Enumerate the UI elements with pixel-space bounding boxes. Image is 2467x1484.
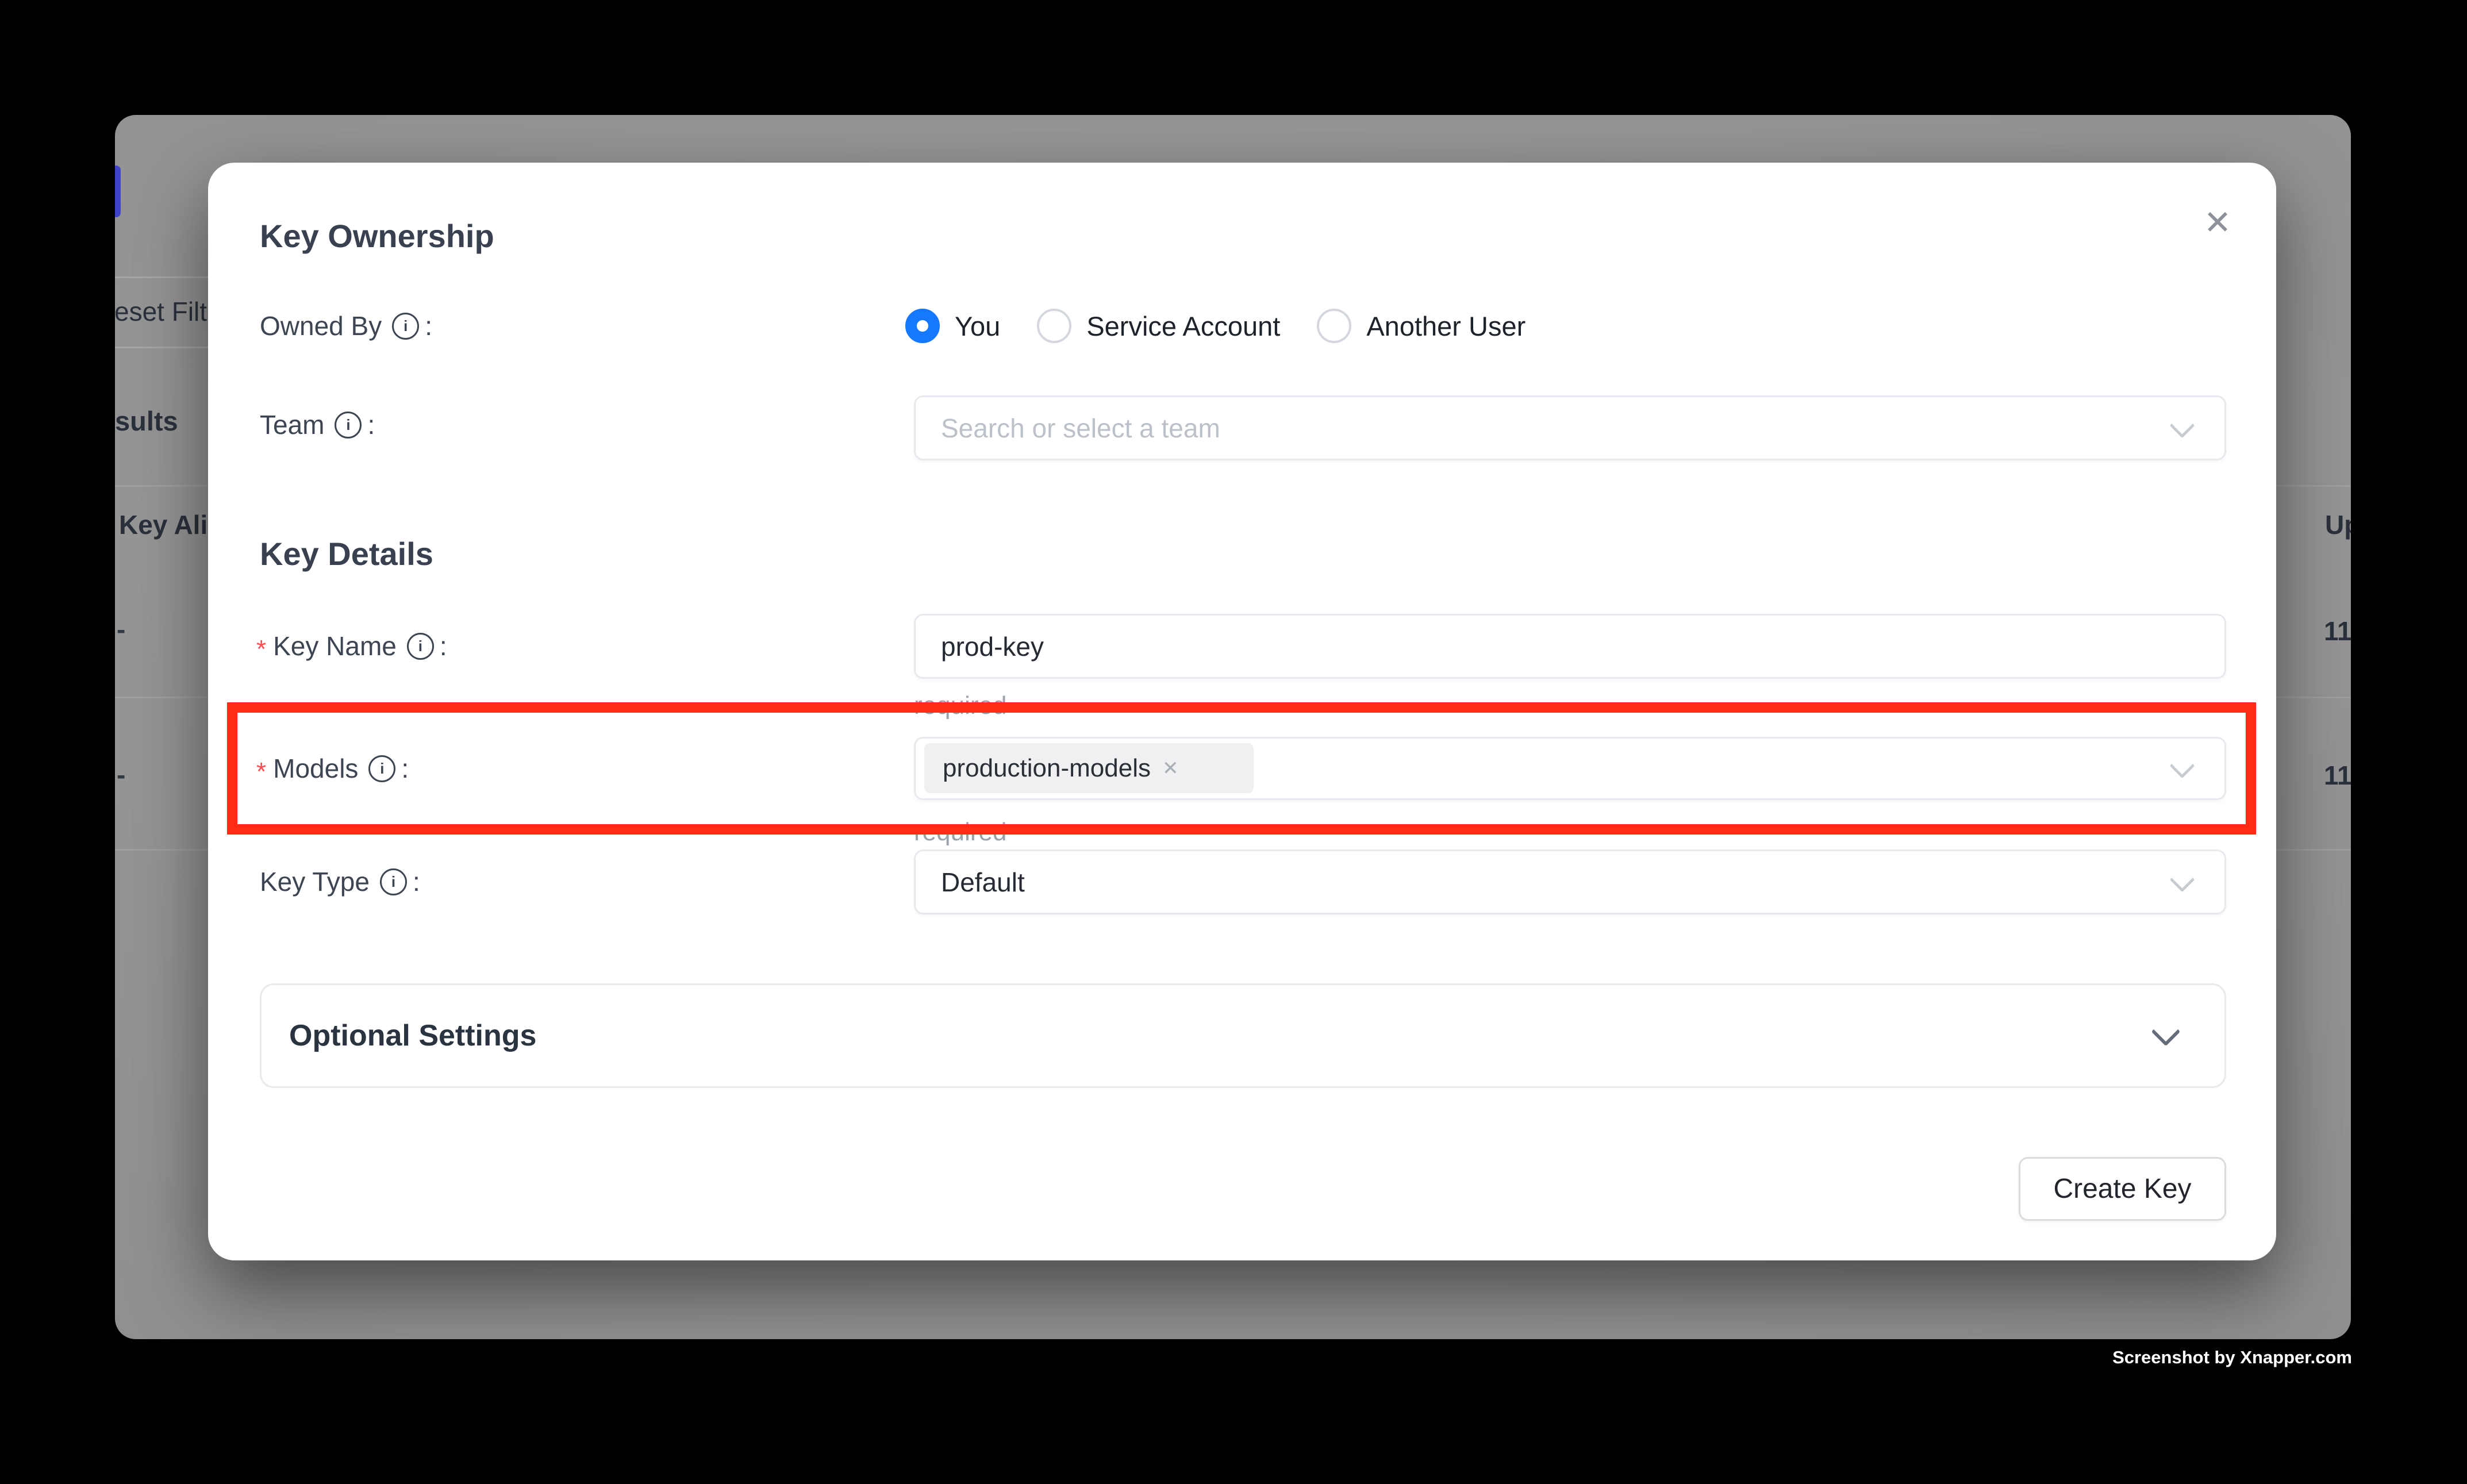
radio-unselected-icon[interactable] (1037, 309, 1071, 343)
chevron-down-icon (2170, 867, 2195, 892)
results-count-fragment: sults (115, 405, 178, 437)
key-type-value: Default (941, 867, 1025, 898)
key-name-label: * Key Name i : (256, 630, 447, 662)
models-select[interactable]: production-models ✕ (914, 737, 2226, 800)
reset-filters-label: eset Filt (115, 295, 207, 326)
chevron-down-icon (2170, 413, 2195, 438)
team-select-placeholder: Search or select a team (941, 413, 1220, 444)
team-select[interactable]: Search or select a team (914, 395, 2226, 460)
radio-unselected-icon[interactable] (1317, 309, 1351, 343)
selected-model-tag: production-models ✕ (924, 743, 1254, 793)
required-asterisk: * (256, 758, 266, 786)
section-title-key-details: Key Details (260, 535, 433, 572)
create-key-modal: ✕ Key Ownership Owned By i : You Service… (208, 163, 2276, 1260)
key-name-validation-message: required (914, 691, 1006, 720)
models-validation-message: required (914, 818, 1006, 847)
info-icon: i (392, 313, 419, 340)
radio-option-another-user[interactable]: Another User (1317, 309, 1525, 343)
team-label: Team i : (260, 409, 375, 440)
info-icon: i (368, 755, 395, 782)
watermark: Screenshot by Xnapper.com (2112, 1347, 2352, 1368)
column-header-updated: Up (2325, 509, 2351, 540)
required-asterisk: * (256, 635, 266, 664)
owned-by-radio-group: You Service Account Another User (905, 309, 1525, 343)
table-row: - (117, 759, 125, 790)
section-title-key-ownership: Key Ownership (260, 217, 494, 255)
key-name-value: prod-key (941, 631, 1044, 662)
close-icon[interactable]: ✕ (2191, 196, 2244, 249)
key-name-input[interactable]: prod-key (914, 614, 2226, 679)
info-icon: i (380, 868, 407, 895)
models-label: * Models i : (256, 753, 409, 784)
selected-model-tag-label: production-models (943, 754, 1151, 783)
radio-selected-icon[interactable] (905, 309, 940, 343)
table-row: - (117, 614, 125, 645)
radio-option-service-account[interactable]: Service Account (1037, 309, 1280, 343)
table-cell-updated: 11/ (2324, 616, 2351, 647)
key-type-select[interactable]: Default (914, 849, 2226, 914)
chevron-down-icon (2170, 753, 2195, 779)
owned-by-label: Owned By i : (260, 310, 432, 341)
sidebar-accent-fragment (115, 166, 121, 217)
info-icon: i (335, 412, 362, 439)
optional-settings-accordion[interactable]: Optional Settings (260, 983, 2226, 1088)
create-key-button[interactable]: Create Key (2019, 1157, 2226, 1221)
column-header-key-alias: Key Alia (119, 509, 222, 540)
key-type-label: Key Type i : (260, 866, 420, 897)
chevron-down-icon (2151, 1017, 2181, 1047)
table-cell-updated: 11/ (2324, 760, 2351, 791)
radio-option-you[interactable]: You (905, 309, 1000, 343)
info-icon: i (407, 633, 434, 660)
tag-remove-icon[interactable]: ✕ (1162, 757, 1179, 780)
optional-settings-title: Optional Settings (289, 1018, 536, 1053)
